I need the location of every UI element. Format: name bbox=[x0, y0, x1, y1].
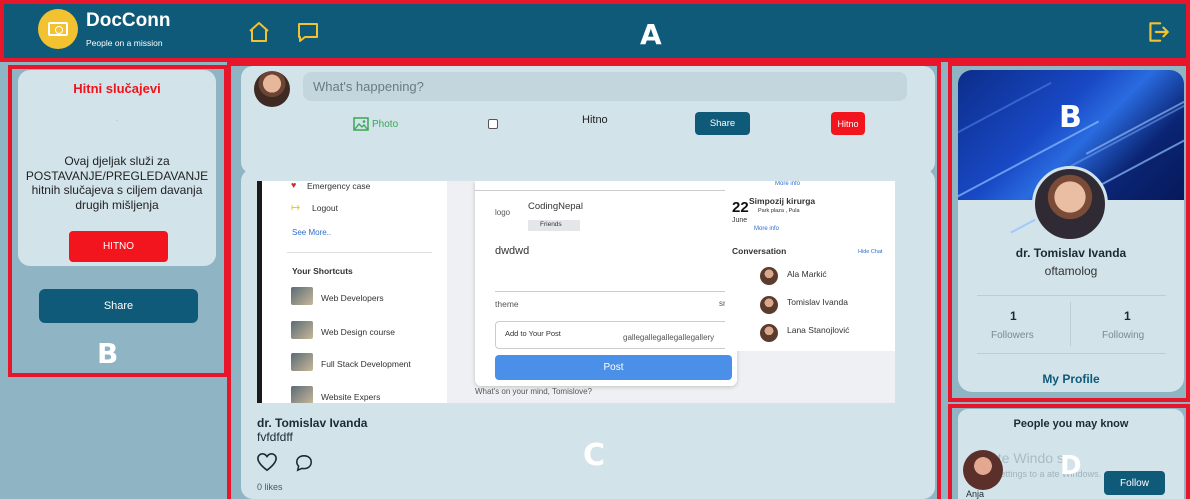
shot-more-info-1: More info bbox=[775, 181, 801, 187]
shot-gallery: gallegallegallegallegallery bbox=[623, 333, 715, 342]
shot-user: CodingNepal bbox=[528, 201, 583, 212]
hitno-post-button[interactable]: Hitno bbox=[831, 112, 865, 135]
likes-count: 0 likes bbox=[257, 482, 283, 492]
share-button-left[interactable]: Share bbox=[39, 289, 198, 323]
following-label[interactable]: Following bbox=[1102, 330, 1144, 341]
emergency-description: Ovaj djeljak služi za POSTAVANJE/PREGLED… bbox=[25, 154, 209, 212]
profile-avatar[interactable] bbox=[1032, 166, 1108, 242]
composer-avatar[interactable] bbox=[254, 71, 290, 107]
like-heart-icon[interactable] bbox=[256, 452, 278, 472]
post-image[interactable]: ♥ Emergency case ↦ Logout See More.. You… bbox=[257, 181, 895, 403]
home-icon[interactable] bbox=[247, 20, 271, 44]
share-button[interactable]: Share bbox=[695, 112, 750, 135]
region-label-a: A bbox=[640, 18, 662, 51]
logout-icon[interactable] bbox=[1145, 19, 1171, 45]
chat-icon[interactable] bbox=[296, 20, 320, 44]
decor-dot bbox=[116, 120, 118, 121]
hitno-button[interactable]: HITNO bbox=[69, 231, 168, 262]
post-text: fvfdfdff bbox=[257, 430, 293, 444]
shot-see-more: See More.. bbox=[292, 228, 332, 237]
followers-count: 1 bbox=[1010, 309, 1017, 323]
region-label-d: D bbox=[1060, 451, 1082, 481]
shot-conversation: Conversation bbox=[732, 246, 787, 256]
profile-name: dr. Tomislav Ivanda bbox=[1015, 246, 1127, 260]
emergency-title: Hitni slučajevi bbox=[73, 81, 161, 96]
suggested-user-name[interactable]: Anja bbox=[966, 489, 984, 499]
shot-shortcuts-title: Your Shortcuts bbox=[292, 266, 353, 276]
shot-contact-avatar-1 bbox=[760, 267, 778, 285]
photo-button[interactable]: Photo bbox=[353, 117, 398, 131]
photo-label: Photo bbox=[372, 118, 399, 130]
hitno-label: Hitno bbox=[582, 114, 608, 126]
shot-theme: theme bbox=[495, 299, 519, 309]
region-label-b-left: B bbox=[97, 337, 119, 370]
follow-button[interactable]: Follow bbox=[1104, 471, 1165, 495]
profile-divider-2 bbox=[977, 353, 1166, 354]
post-author[interactable]: dr. Tomislav Ivanda bbox=[257, 416, 367, 430]
people-title: People you may know bbox=[1013, 418, 1129, 430]
shot-divider bbox=[287, 252, 432, 253]
hitno-checkbox[interactable] bbox=[488, 119, 498, 129]
shot-text: dwdwd bbox=[495, 245, 530, 257]
shot-friends: Friends bbox=[528, 220, 580, 231]
photo-icon bbox=[353, 117, 369, 131]
shot-contact-avatar-2 bbox=[760, 296, 778, 314]
shot-emergency-icon: ♥ bbox=[291, 181, 297, 190]
shot-modal-line bbox=[475, 190, 737, 191]
shot-contact-2: Tomislav Ivanda bbox=[787, 297, 848, 307]
shot-event-day: 22 bbox=[732, 199, 749, 216]
composer-input[interactable]: What's happening? bbox=[303, 72, 907, 101]
following-count: 1 bbox=[1124, 309, 1131, 323]
brand-tagline: People on a mission bbox=[86, 38, 163, 48]
shot-event-month: June bbox=[732, 217, 748, 224]
shot-thumb-2 bbox=[291, 321, 313, 339]
shot-thumb-4 bbox=[291, 386, 313, 403]
shot-post-button: Post bbox=[495, 355, 732, 380]
shot-contact-3: Lana Stanojlović bbox=[787, 325, 850, 335]
shot-contact-1: Ala Markić bbox=[787, 269, 827, 279]
shot-shortcut-2: Web Design course bbox=[321, 327, 396, 337]
shot-shortcut-3: Full Stack Development bbox=[321, 359, 411, 369]
shot-sidebar bbox=[257, 181, 447, 403]
shot-event-place: Park plaza , Pula bbox=[758, 208, 800, 214]
followers-label[interactable]: Followers bbox=[991, 330, 1034, 341]
brand-name[interactable]: DocConn bbox=[86, 10, 170, 32]
stat-divider bbox=[1070, 302, 1071, 346]
shot-logo: logo bbox=[495, 208, 511, 217]
shot-shortcut-4: Website Expers bbox=[321, 392, 381, 402]
shot-more-info-2: More info bbox=[754, 226, 780, 232]
shot-hide-chat: Hide Chat bbox=[858, 249, 883, 255]
shot-logout: Logout bbox=[312, 203, 338, 213]
region-label-c: C bbox=[583, 438, 606, 473]
shot-add-post-label: Add to Your Post bbox=[505, 329, 561, 338]
shot-event-title: Simpozij kirurga bbox=[749, 196, 816, 206]
shot-thumb-1 bbox=[291, 287, 313, 305]
shot-line2 bbox=[495, 291, 737, 292]
region-label-b-right: B bbox=[1059, 100, 1082, 135]
shot-whats-on-mind: What's on your mind, Tomislove? bbox=[475, 387, 592, 396]
suggested-user-avatar[interactable] bbox=[963, 450, 1003, 490]
shot-thumb-3 bbox=[291, 353, 313, 371]
my-profile-link[interactable]: My Profile bbox=[958, 372, 1184, 386]
comment-icon[interactable] bbox=[295, 454, 313, 472]
shot-logout-icon: ↦ bbox=[291, 202, 301, 214]
profile-divider-1 bbox=[977, 295, 1166, 296]
shot-shortcut-1: Web Developers bbox=[321, 293, 384, 303]
shot-emergency: Emergency case bbox=[307, 181, 371, 191]
profile-title: oftamolog bbox=[1044, 264, 1098, 278]
logo-camera-icon[interactable] bbox=[38, 9, 78, 49]
top-header bbox=[0, 0, 1190, 62]
shot-contact-avatar-3 bbox=[760, 324, 778, 342]
